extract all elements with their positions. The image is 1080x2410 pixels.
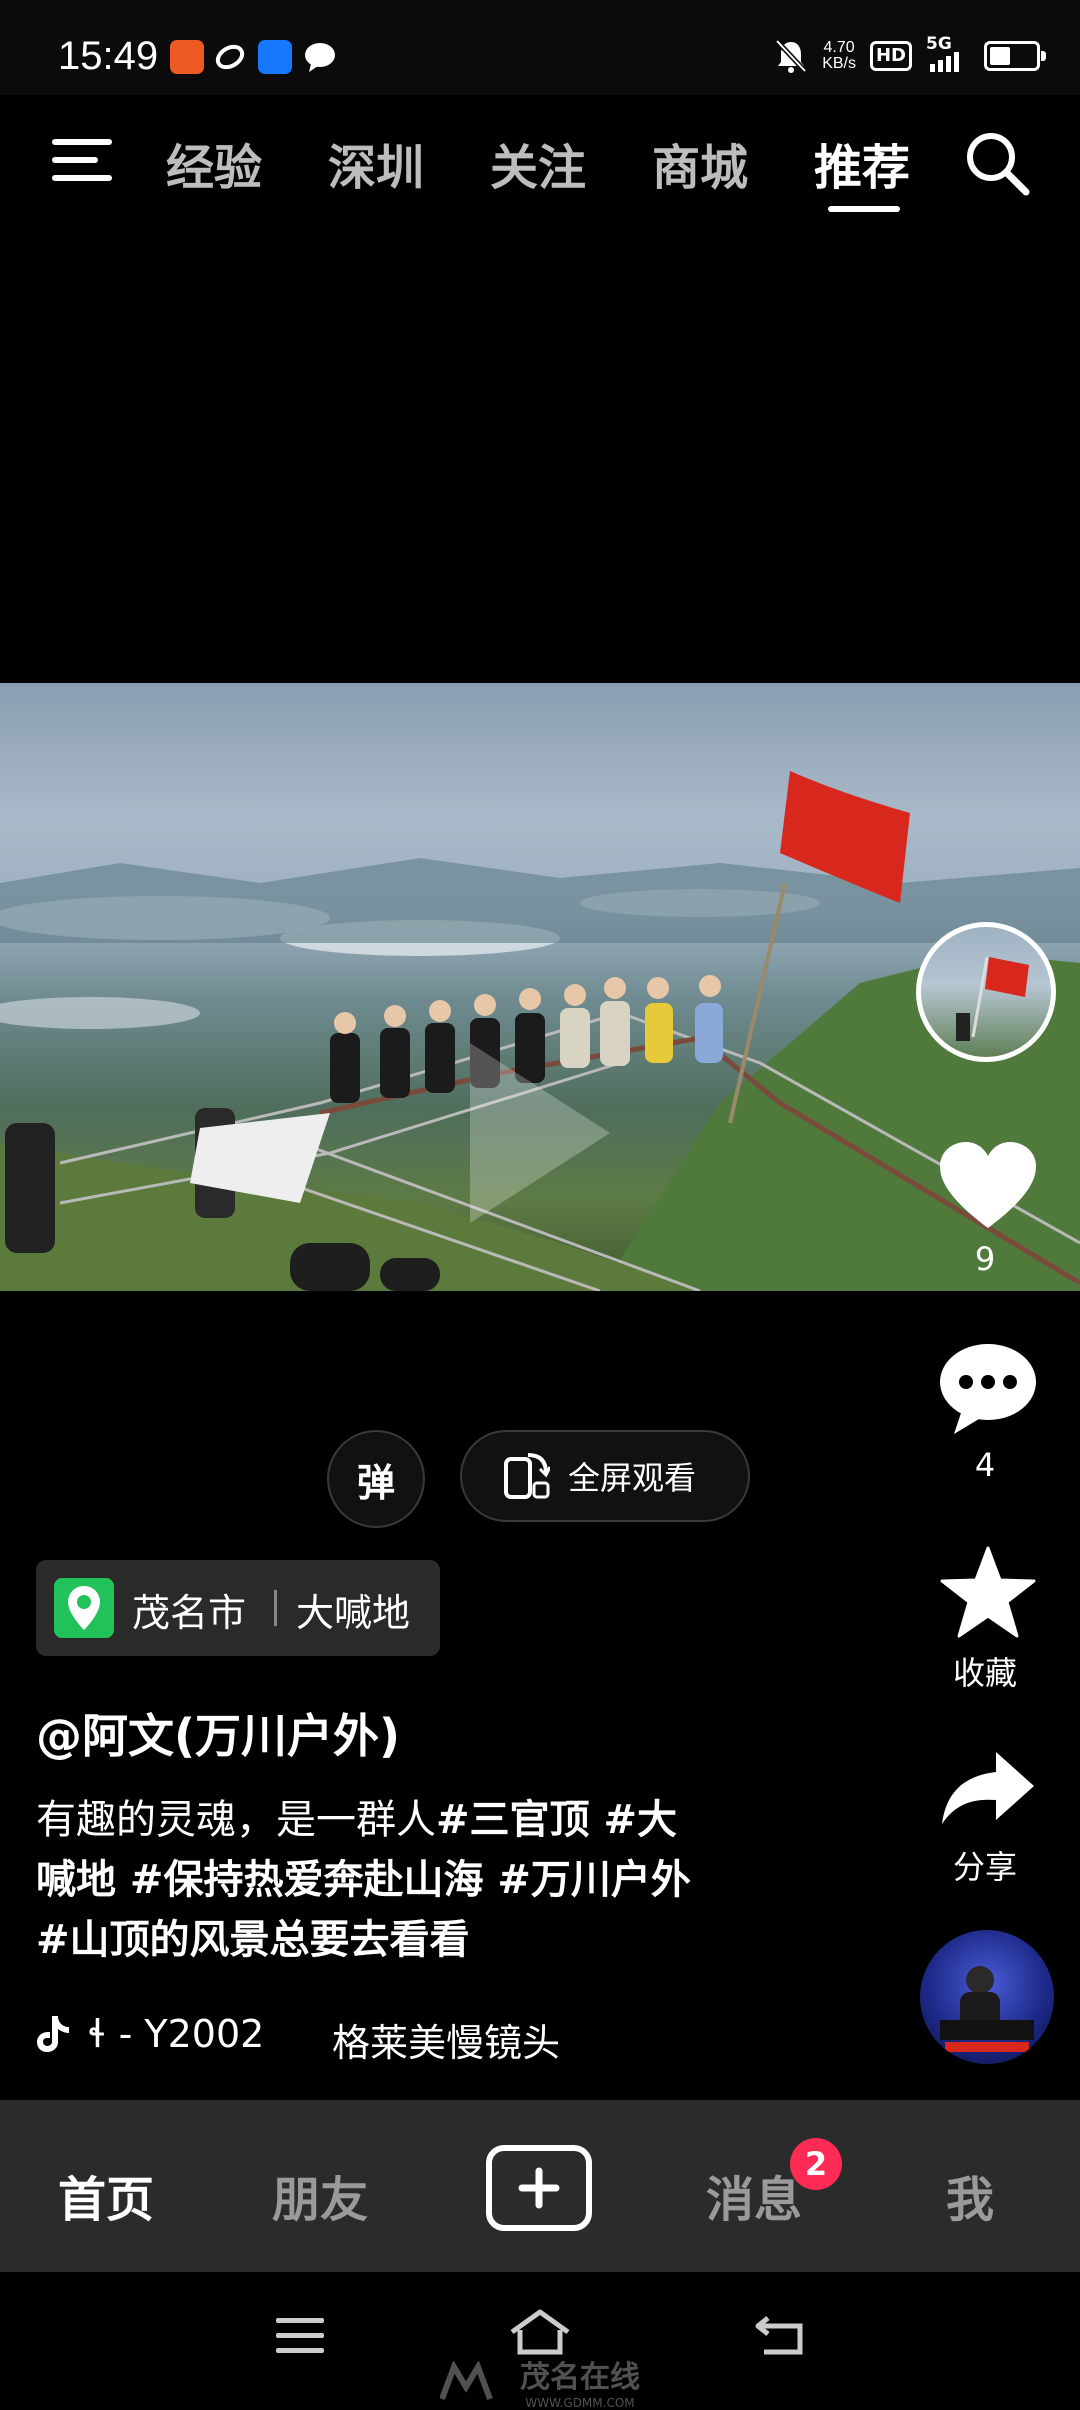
tab-following[interactable]: 关注 (490, 128, 586, 198)
watermark: 茂名在线 WWW.GDMM.COM (440, 2352, 640, 2410)
message-badge: 2 (790, 2138, 842, 2190)
back-icon[interactable] (754, 2312, 806, 2356)
favorite-label: 收藏 (952, 1654, 1017, 1692)
location-pin-icon (54, 1578, 114, 1638)
share-arrow-icon[interactable] (940, 1750, 1036, 1826)
hd-badge: HD (869, 41, 912, 71)
status-indicators: 4.70 KB/s HD 5G (774, 34, 1046, 76)
tab-experience[interactable]: 经验 (166, 128, 262, 198)
watermark-logo-icon (440, 2361, 493, 2401)
battery-icon (984, 41, 1046, 71)
location-divider (274, 1590, 277, 1626)
alipay-icon (258, 40, 292, 74)
comment-icon[interactable] (938, 1342, 1038, 1436)
tab-mall[interactable]: 商城 (652, 128, 748, 198)
location-place: 大喊地 (296, 1591, 411, 1635)
comment-count: 4 (974, 1446, 996, 1484)
nav-home[interactable]: 首页 (58, 2160, 154, 2230)
plus-icon (518, 2167, 560, 2209)
music-disc-avatar[interactable] (920, 1930, 1054, 2064)
menu-icon[interactable] (52, 135, 112, 185)
music-artist[interactable]: ɬ - Y2002 (88, 2012, 264, 2056)
status-time: 15:49 (58, 34, 159, 78)
douyin-icon (213, 40, 247, 74)
tab-recommended[interactable]: 推荐 (814, 128, 910, 198)
music-title[interactable]: 格莱美慢镜头 (332, 2012, 560, 2067)
active-tab-indicator (828, 206, 900, 212)
favorite-star-icon[interactable] (940, 1546, 1036, 1638)
like-count: 9 (974, 1240, 996, 1278)
message-icon (303, 40, 337, 74)
location-city: 茂名市 (132, 1591, 247, 1635)
mute-bell-icon (775, 39, 808, 73)
like-heart-icon[interactable] (938, 1140, 1038, 1232)
author-name[interactable]: @阿文(万川户外) (36, 1700, 400, 1766)
rotate-phone-icon (504, 1453, 550, 1499)
fullscreen-button[interactable]: 全屏观看 (460, 1430, 750, 1522)
post-caption: 有趣的灵魂，是一群人#三官顶 #大 喊地 #保持热爱奔赴山海 #万川户外 #山顶… (36, 1797, 691, 1963)
recents-menu-icon[interactable] (276, 2316, 324, 2356)
create-post-button[interactable] (486, 2145, 592, 2231)
search-icon[interactable] (962, 128, 1032, 198)
network-speed: 4.70 KB/s (822, 39, 856, 72)
danmaku-button[interactable]: 弹 (327, 1430, 425, 1528)
tab-shenzhen[interactable]: 深圳 (328, 128, 424, 198)
nav-me[interactable]: 我 (946, 2160, 994, 2230)
nav-messages[interactable]: 消息 (706, 2160, 802, 2230)
kuaishou-icon (170, 40, 204, 74)
location-tag[interactable]: 茂名市 大喊地 (36, 1560, 440, 1656)
home-icon[interactable] (508, 2308, 572, 2356)
nav-friends[interactable]: 朋友 (272, 2160, 368, 2230)
author-avatar[interactable] (916, 922, 1056, 1062)
share-label: 分享 (952, 1848, 1017, 1886)
music-note-icon (37, 2016, 69, 2052)
signal-icon: 5G (926, 34, 970, 74)
